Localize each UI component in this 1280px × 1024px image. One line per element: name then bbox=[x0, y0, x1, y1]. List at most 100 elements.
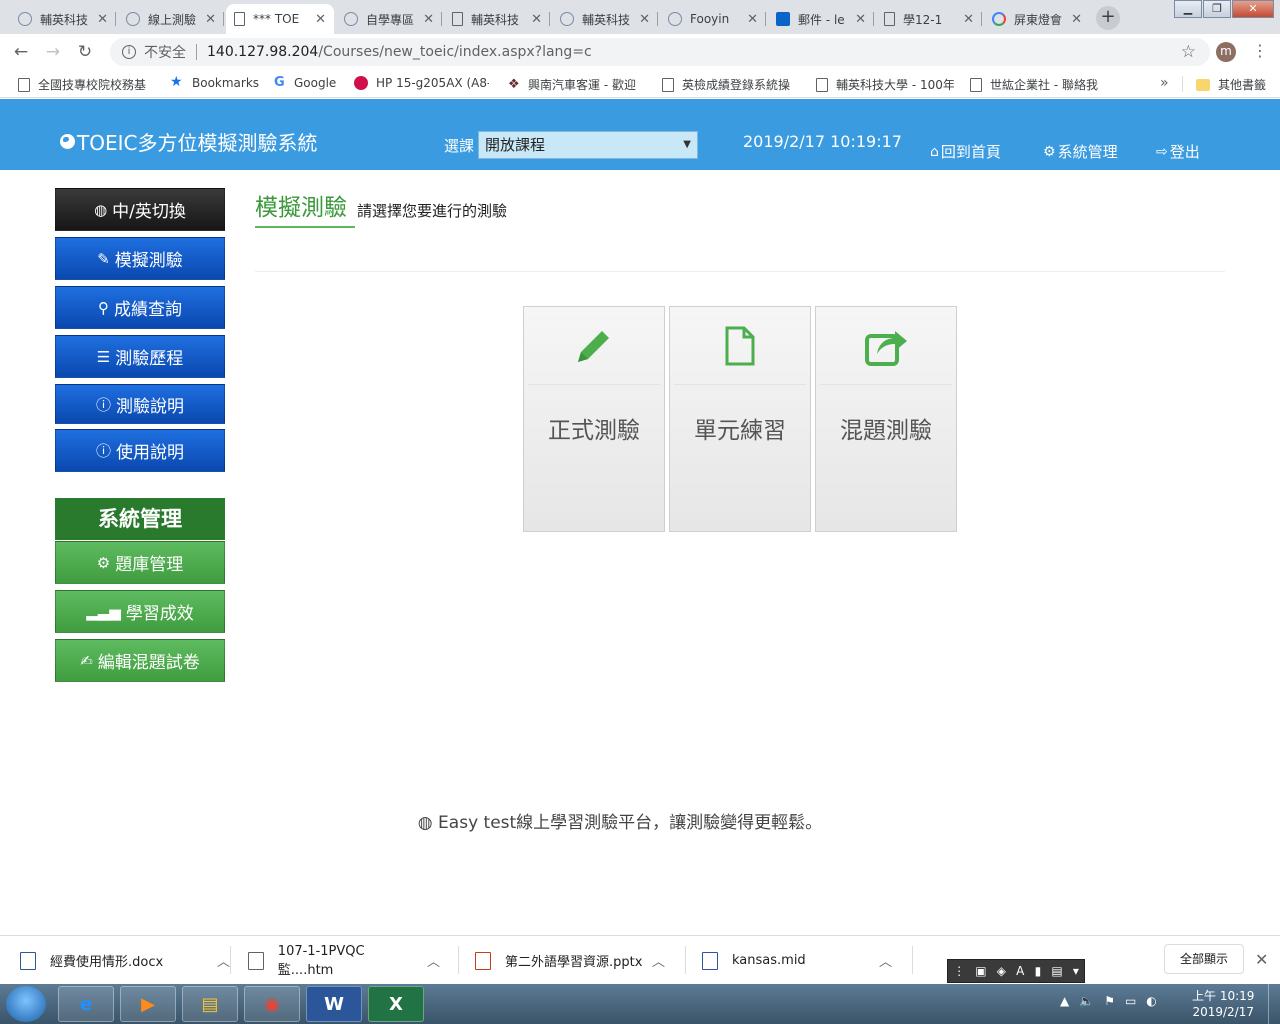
browser-tab[interactable]: 學12-1 ✕ bbox=[876, 4, 982, 34]
browser-tab[interactable]: 屏東燈會 ✕ bbox=[984, 4, 1090, 34]
ime-menu-icon[interactable]: ▾ bbox=[1073, 964, 1079, 978]
maximize-icon[interactable]: ❐ bbox=[1203, 0, 1231, 18]
tab-close-icon[interactable]: ✕ bbox=[1071, 12, 1082, 27]
ie-icon[interactable]: e bbox=[58, 986, 114, 1022]
tab-close-icon[interactable]: ✕ bbox=[639, 12, 650, 27]
bookmark-item[interactable]: ★ Bookmarks bbox=[170, 76, 265, 90]
profile-avatar[interactable]: m bbox=[1216, 42, 1236, 62]
card-unit-practice[interactable]: 單元練習 bbox=[669, 306, 811, 532]
sidebar-item-learning-outcomes[interactable]: ▂▃▅ 學習成效 bbox=[55, 590, 225, 633]
new-tab-button[interactable]: + bbox=[1096, 6, 1120, 30]
sidebar-item-score-query[interactable]: ⚲ 成績查詢 bbox=[55, 286, 225, 329]
window-close-icon[interactable]: ✕ bbox=[1232, 0, 1274, 18]
bookmark-star-icon[interactable]: ☆ bbox=[1181, 42, 1196, 62]
network-icon[interactable]: ▭ bbox=[1125, 994, 1136, 1008]
bookmarks-more-icon[interactable]: » bbox=[1160, 75, 1169, 91]
page-title-text: 模擬測驗 bbox=[255, 188, 355, 228]
bookmark-item[interactable]: 世紘企業社 - 聯絡我 bbox=[970, 76, 1108, 93]
sidebar-item-mock-test[interactable]: ✎ 模擬測驗 bbox=[55, 237, 225, 280]
download-item[interactable]: kansas.mid ︿ bbox=[702, 936, 892, 985]
bookmark-item[interactable]: HP 15-g205AX (A8- bbox=[354, 76, 489, 90]
bookmark-item[interactable]: 英檢成績登錄系統操 bbox=[662, 76, 797, 93]
browser-tab[interactable]: 輔英科技 ✕ bbox=[444, 4, 550, 34]
tab-close-icon[interactable]: ✕ bbox=[315, 12, 326, 27]
downloads-shelf: 經費使用情形.docx ︿ 107-1-1PVQC監....htm ︿ 第二外語學習… bbox=[0, 935, 1280, 984]
window-controls: ▁ ❐ ✕ bbox=[1173, 0, 1274, 18]
ime-icon[interactable]: ◈ bbox=[997, 964, 1006, 978]
folder-icon[interactable]: ▤ bbox=[182, 986, 238, 1022]
word-icon[interactable]: W bbox=[306, 986, 362, 1022]
course-select[interactable]: 開放課程 ▼ bbox=[478, 131, 698, 159]
browser-tab[interactable]: 輔英科技 ✕ bbox=[10, 4, 116, 34]
ime-icon[interactable]: ▣ bbox=[975, 964, 986, 978]
ime-icon[interactable]: ▮ bbox=[1035, 964, 1042, 978]
back-arrow-icon[interactable]: ← bbox=[10, 41, 32, 63]
minimize-icon[interactable]: ▁ bbox=[1174, 0, 1202, 18]
reload-icon[interactable]: ↻ bbox=[74, 41, 96, 63]
chrome-icon[interactable]: ◉ bbox=[244, 986, 300, 1022]
ime-icon[interactable]: ▤ bbox=[1051, 964, 1062, 978]
chevron-up-icon[interactable]: ︿ bbox=[652, 951, 665, 970]
download-item[interactable]: 107-1-1PVQC監....htm ︿ bbox=[248, 936, 440, 985]
nav-admin-link[interactable]: ⚙ 系統管理 bbox=[1043, 141, 1118, 162]
show-desktop-button[interactable] bbox=[1268, 984, 1280, 1024]
globe-icon bbox=[560, 12, 574, 26]
media-player-icon[interactable]: ▶ bbox=[120, 986, 176, 1022]
chevron-up-icon[interactable]: ︿ bbox=[879, 951, 892, 970]
close-icon[interactable]: ✕ bbox=[1255, 950, 1268, 969]
browser-tab[interactable]: 郵件 - le ✕ bbox=[768, 4, 874, 34]
other-bookmarks[interactable]: 其他書籤 bbox=[1196, 76, 1276, 93]
chevron-up-icon[interactable]: ︿ bbox=[427, 951, 440, 970]
sidebar-item-question-bank[interactable]: ⚙ 題庫管理 bbox=[55, 541, 225, 584]
nav-logout-link[interactable]: ⇨ 登出 bbox=[1156, 141, 1200, 162]
tray-arrow-icon[interactable]: ▲ bbox=[1060, 994, 1069, 1008]
doc-icon bbox=[816, 77, 828, 92]
bookmark-item[interactable]: ❖ 興南汽車客運 - 歡迎 bbox=[508, 76, 646, 93]
card-label: 單元練習 bbox=[694, 418, 786, 444]
browser-tab-active[interactable]: *** TOE ✕ bbox=[226, 4, 334, 34]
tab-close-icon[interactable]: ✕ bbox=[963, 12, 974, 27]
excel-icon[interactable]: X bbox=[368, 986, 424, 1022]
sidebar-item-language-toggle[interactable]: ◍ 中/英切換 bbox=[55, 188, 225, 231]
ime-letter-icon[interactable]: A bbox=[1016, 964, 1024, 978]
tab-close-icon[interactable]: ✕ bbox=[747, 12, 758, 27]
gear-icon: ⚙ bbox=[1043, 143, 1056, 160]
sidebar-item-test-history[interactable]: ☰ 測驗歷程 bbox=[55, 335, 225, 378]
bookmark-item[interactable]: 輔英科技大學 - 100年 bbox=[816, 76, 954, 93]
sidebar-item-user-guide[interactable]: ⓘ 使用說明 bbox=[55, 429, 225, 472]
flag-icon[interactable]: ⚑ bbox=[1104, 994, 1115, 1008]
taskbar-clock[interactable]: 上午 10:19 2019/2/17 bbox=[1192, 988, 1254, 1020]
nav-home-link[interactable]: ⌂ 回到首頁 bbox=[930, 141, 1001, 162]
update-icon[interactable]: ◐ bbox=[1146, 994, 1156, 1008]
tab-close-icon[interactable]: ✕ bbox=[855, 12, 866, 27]
bookmark-item[interactable]: 全國技專校院校務基 bbox=[18, 76, 158, 93]
audio-file-icon bbox=[702, 951, 718, 970]
brand-title[interactable]: TOEIC多方位模擬測驗系統 bbox=[60, 127, 317, 156]
tab-close-icon[interactable]: ✕ bbox=[531, 12, 542, 27]
tab-close-icon[interactable]: ✕ bbox=[423, 12, 434, 27]
home-icon: ⌂ bbox=[930, 143, 939, 160]
address-bar[interactable]: i 不安全 140.127.98.204/Courses/new_toeic/i… bbox=[110, 38, 1210, 66]
start-button[interactable] bbox=[6, 986, 46, 1022]
download-item[interactable]: 經費使用情形.docx ︿ bbox=[20, 936, 230, 985]
bookmarks-bar: 全國技專校院校務基 ★ Bookmarks G Google HP 15-g205A… bbox=[0, 70, 1280, 98]
browser-tab[interactable]: 輔英科技 ✕ bbox=[552, 4, 658, 34]
sidebar-item-test-instructions[interactable]: ⓘ 測驗說明 bbox=[55, 384, 225, 424]
tab-close-icon[interactable]: ✕ bbox=[97, 12, 108, 27]
browser-tab[interactable]: 線上測驗 ✕ bbox=[118, 4, 224, 34]
info-icon[interactable]: i bbox=[122, 45, 136, 59]
ime-toolbar[interactable]: ⋮ ▣ ◈ A ▮ ▤ ▾ bbox=[947, 959, 1085, 983]
forward-arrow-icon[interactable]: → bbox=[42, 41, 64, 63]
chevron-up-icon[interactable]: ︿ bbox=[217, 951, 230, 970]
menu-dots-icon[interactable]: ⋮ bbox=[1252, 41, 1268, 60]
browser-tab[interactable]: 自學專區 ✕ bbox=[336, 4, 442, 34]
volume-icon[interactable]: 🔈 bbox=[1079, 994, 1094, 1008]
bookmark-item[interactable]: G Google bbox=[274, 76, 344, 90]
tab-close-icon[interactable]: ✕ bbox=[205, 12, 216, 27]
card-formal-test[interactable]: 正式測驗 bbox=[523, 306, 665, 532]
browser-tab[interactable]: Fooyin ✕ bbox=[660, 4, 766, 34]
card-mixed-test[interactable]: 混題測驗 bbox=[815, 306, 957, 532]
sidebar-item-edit-mixed-exam[interactable]: ✍ 編輯混題試卷 bbox=[55, 639, 225, 682]
show-all-downloads-button[interactable]: 全部顯示 bbox=[1164, 944, 1244, 974]
download-item[interactable]: 第二外語學習資源.pptx ︿ bbox=[475, 936, 665, 985]
